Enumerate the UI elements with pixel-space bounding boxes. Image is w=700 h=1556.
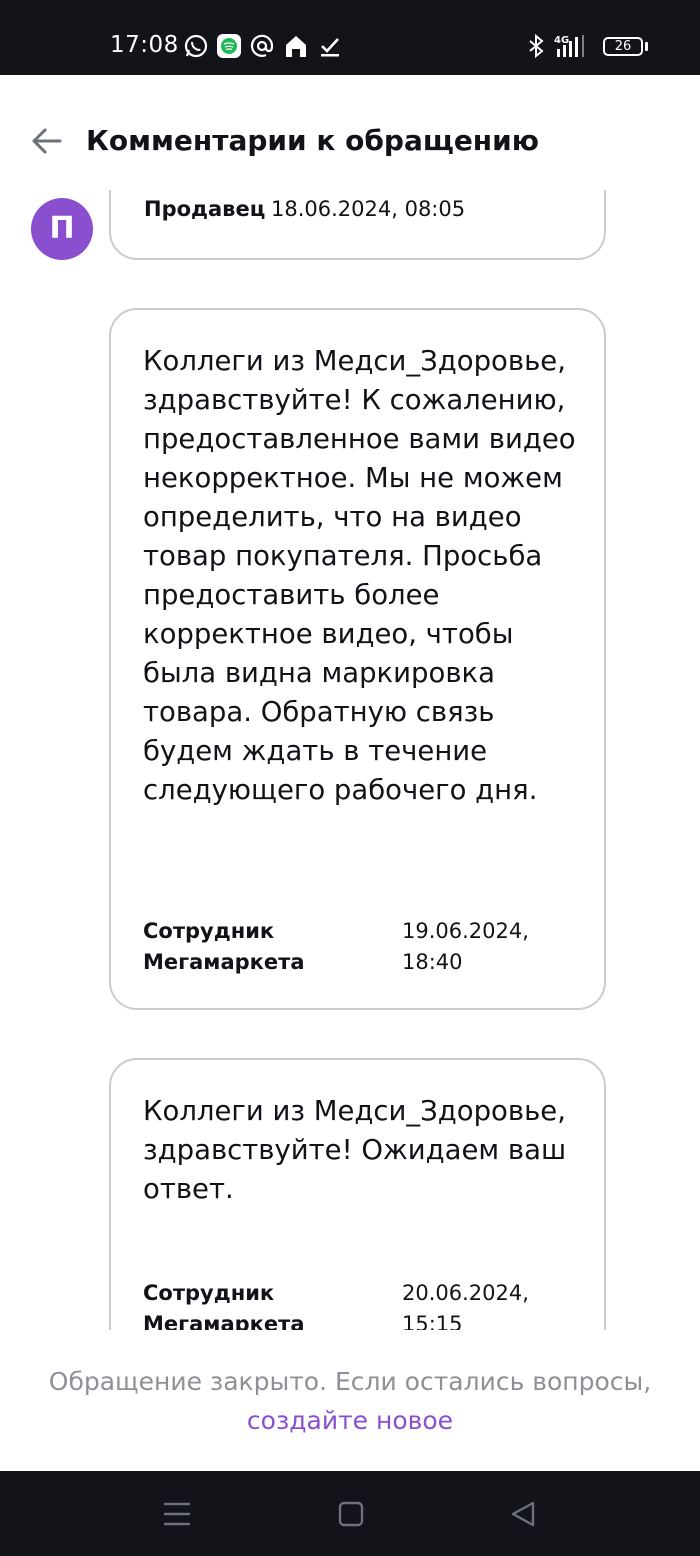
back-triangle-icon[interactable] (508, 1499, 538, 1529)
home-square-icon[interactable] (336, 1499, 366, 1529)
page-title: Комментарии к обращению (86, 124, 539, 157)
comment-date: 20.06.2024, 15:15 (402, 1281, 529, 1330)
closed-notice-text: Обращение закрыто. Если остались вопросы… (48, 1367, 652, 1396)
navigation-bar (0, 1471, 700, 1556)
status-bar: 17:08 4G 26 (0, 0, 700, 75)
comment-card: Коллеги из Медси_Здоровье, здравствуйте!… (109, 1058, 606, 1330)
whatsapp-icon (184, 34, 208, 58)
comment-date: 19.06.2024, 18:40 (402, 919, 529, 974)
comment-author: Сотрудник Мегамаркета (143, 919, 305, 974)
closed-notice: Обращение закрыто. Если остались вопросы… (0, 1330, 700, 1471)
comment-card: Продавец 18.06.2024, 08:05 (109, 190, 606, 260)
at-sign-icon (250, 34, 274, 57)
download-done-icon (321, 38, 339, 57)
comment-author: Продавец (144, 197, 266, 221)
battery-indicator: 26 (603, 37, 643, 56)
comment-date: 18.06.2024, 08:05 (271, 197, 466, 221)
comments-list[interactable]: П Продавец 18.06.2024, 08:05 Коллеги из … (0, 190, 700, 1330)
bluetooth-icon (529, 33, 544, 59)
comment-text: Коллеги из Медси_Здоровье, здравствуйте!… (143, 345, 576, 806)
comment-text: Коллеги из Медси_Здоровье, здравствуйте!… (143, 1095, 567, 1205)
signal-icon: 4G (554, 35, 584, 57)
create-new-link[interactable]: создайте новое (247, 1406, 453, 1435)
battery-nub (645, 42, 648, 51)
menu-icon[interactable] (162, 1499, 192, 1529)
app-header: Комментарии к обращению (0, 75, 700, 190)
comment-card: Коллеги из Медси_Здоровье, здравствуйте!… (109, 308, 606, 1010)
avatar: П (31, 198, 93, 260)
home-icon (286, 36, 306, 57)
spotify-icon (217, 34, 241, 58)
status-time: 17:08 (110, 32, 179, 58)
arrow-left-icon[interactable] (28, 123, 68, 159)
comment-author: Сотрудник Мегамаркета (143, 1281, 305, 1330)
network-label: 4G (554, 35, 569, 46)
